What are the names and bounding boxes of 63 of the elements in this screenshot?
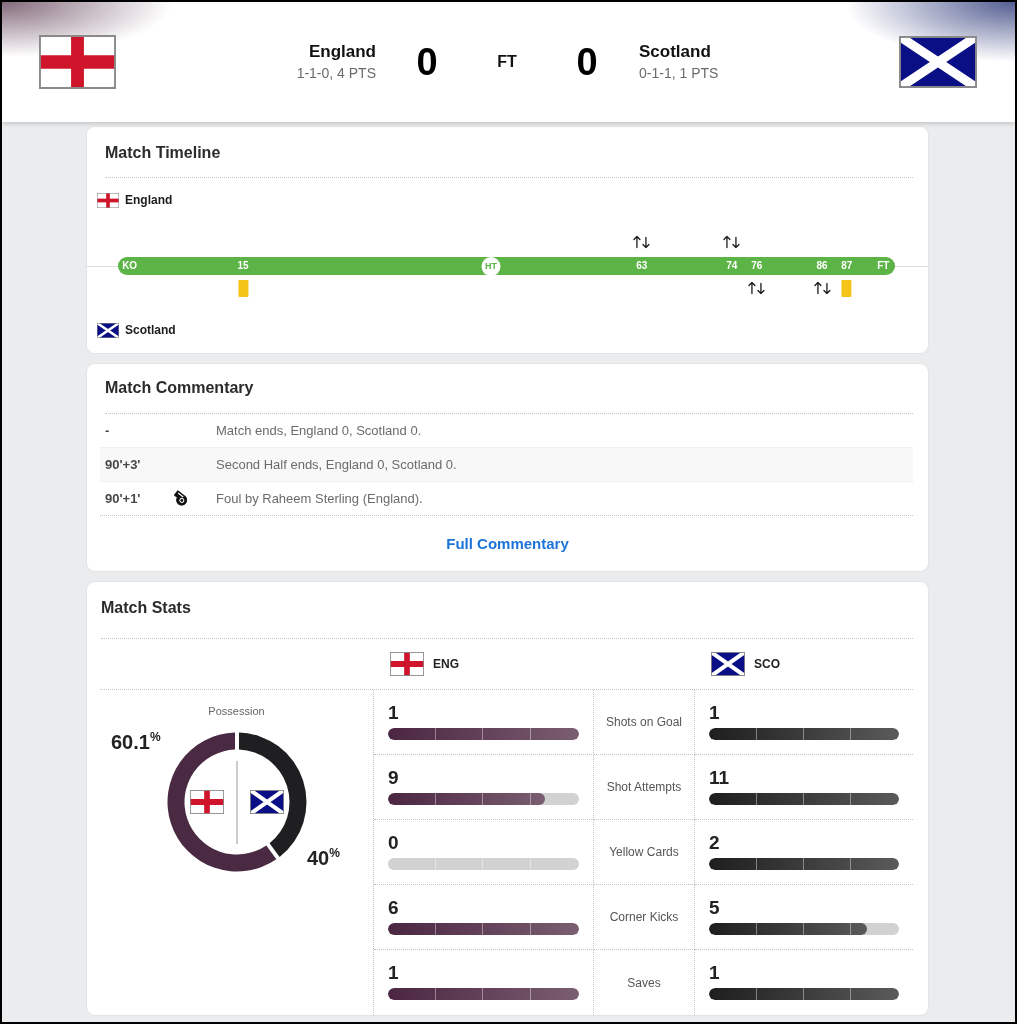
team-score: 0 [415,42,439,82]
minute-label: 87 [841,260,853,272]
scotland-flag-icon [711,652,745,676]
team-name: Scotland [639,41,712,63]
minute-label: 86 [816,260,828,272]
england-flag-icon [390,652,424,676]
commentary-text: Foul by Raheem Sterling (England). [216,491,424,506]
match-status: FT [496,53,518,71]
stat-label: Saves [627,975,661,990]
whistle-icon [172,489,190,508]
commentary-time: 90'+3' [105,457,142,472]
substitution-arrows-icon [812,281,831,295]
booking-card-icon [238,280,249,297]
england-flag-icon [97,193,119,208]
stat-label: Shot Attempts [606,780,682,794]
team-label: England [125,193,173,208]
team-label: Scotland [125,323,176,338]
stat-value: 1 [709,964,721,982]
stat-label: Yellow Cards [609,845,679,859]
commentary-time: - [105,423,111,438]
chart-title: Possession [208,705,265,718]
stat-label: Corner Kicks [609,910,679,924]
minute-label: 76 [751,260,763,272]
booking-card-icon [841,280,852,297]
stat-value: 6 [388,899,400,917]
substitution-arrows-icon [632,235,651,249]
stat-value: 2 [709,834,721,852]
substitution-arrows-icon [722,235,741,249]
commentary-time: 90'+1' [105,491,142,506]
slice-value-label: 40$^{%}$ [307,848,340,868]
card-title: Match Commentary [105,378,255,398]
team-score: 0 [575,42,599,82]
stat-value: 5 [709,899,721,917]
team-record: 0-1-1, 1 PTS [639,64,720,83]
slice-value-label: 60.1$^{%}$ [111,732,161,752]
card-title: Match Stats [101,598,192,618]
stat-value: 1 [388,964,400,982]
full-commentary-link[interactable]: Full Commentary [446,535,569,552]
scotland-flag-icon [249,790,284,814]
minute-label: KO [122,260,138,272]
england-flag-icon [189,790,224,814]
minute-label: FT [877,260,890,272]
stat-value: 1 [388,704,400,722]
halftime-marker: HT [481,256,501,276]
team-name: England [307,41,376,63]
minute-label: 63 [636,260,648,272]
minute-label: 15 [237,260,249,272]
stat-label: Shots on Goal [605,715,683,729]
team-label: ENG [433,657,459,671]
stat-value: 9 [388,769,400,787]
card-title: Match Timeline [105,143,222,163]
team-label: SCO [754,657,780,671]
england-flag-icon [39,35,116,89]
team-record: 1-1-0, 4 PTS [295,64,376,83]
scotland-flag-icon [899,36,977,88]
substitution-arrows-icon [747,281,766,295]
commentary-text: Match ends, England 0, Scotland 0. [216,423,423,438]
minute-label: 74 [726,260,738,272]
stat-value: 1 [709,704,721,722]
scotland-flag-icon [97,323,119,338]
stat-value: 11 [709,769,731,787]
commentary-text: Second Half ends, England 0, Scotland 0. [216,457,458,472]
stat-value: 0 [388,834,400,852]
